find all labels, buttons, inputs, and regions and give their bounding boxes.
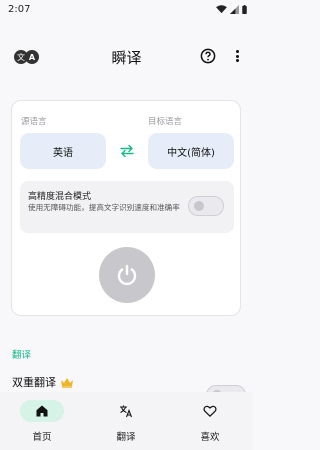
bottom-navigation: 首页 翻译 喜欢 (0, 392, 253, 450)
dual-translate-row: 双重翻译 (12, 374, 74, 390)
toggle-knob (194, 201, 204, 211)
nav-home[interactable]: 首页 (12, 400, 72, 443)
status-icons (216, 4, 247, 14)
heart-icon (203, 405, 217, 417)
home-icon (36, 405, 48, 417)
battery-icon (242, 4, 247, 14)
translation-settings-card: 源语言 目标语言 英语 中文(简体) 高精度混合模式 使用无障碍功能，提高文字识… (11, 100, 241, 316)
more-options-icon[interactable] (233, 48, 241, 64)
high-precision-description: 使用无障碍功能，提高文字识别速度和准确率 (28, 203, 180, 212)
wifi-icon (216, 4, 227, 13)
high-precision-toggle[interactable] (188, 196, 224, 216)
swap-languages-icon[interactable] (119, 144, 135, 158)
nav-favorites-pill (188, 400, 232, 422)
nav-favorites-label: 喜欢 (200, 432, 220, 443)
power-icon (117, 264, 137, 286)
source-language-button[interactable]: 英语 (20, 133, 106, 169)
translate-section-header: 翻译 (12, 350, 32, 361)
status-time: 2:07 (8, 3, 31, 15)
nav-translate[interactable]: 翻译 (96, 400, 156, 443)
high-precision-title: 高精度混合模式 (28, 192, 92, 202)
app-bar: 文 A 瞬译 (0, 40, 253, 72)
help-icon[interactable] (200, 48, 216, 64)
status-bar: 2:07 (0, 0, 253, 18)
high-precision-mode-row: 高精度混合模式 使用无障碍功能，提高文字识别速度和准确率 (20, 181, 234, 233)
nav-home-pill (20, 400, 64, 422)
source-language-label: 源语言 (21, 117, 47, 127)
signal-icon (230, 4, 239, 14)
nav-translate-label: 翻译 (116, 432, 136, 443)
target-language-button[interactable]: 中文(简体) (148, 133, 234, 169)
nav-translate-pill (104, 400, 148, 422)
nav-home-label: 首页 (32, 432, 52, 443)
power-button[interactable] (99, 247, 155, 303)
nav-favorites[interactable]: 喜欢 (180, 400, 240, 443)
dual-translate-label: 双重翻译 (12, 376, 56, 389)
crown-icon (61, 377, 73, 388)
translate-icon (120, 405, 133, 418)
target-language-label: 目标语言 (148, 117, 183, 127)
